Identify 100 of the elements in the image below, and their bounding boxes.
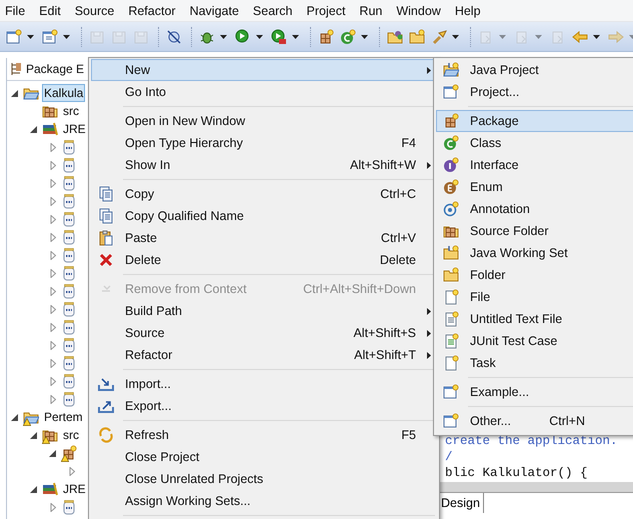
expand-arrow-icon[interactable] — [48, 340, 58, 350]
menu-item[interactable]: File — [0, 4, 30, 18]
expand-arrow-icon[interactable] — [48, 232, 58, 242]
toolbar-button[interactable] — [407, 26, 427, 46]
menu-label: Paste — [125, 231, 158, 245]
expand-arrow-icon[interactable] — [48, 142, 58, 152]
collapse-arrow-icon[interactable] — [30, 430, 38, 440]
menu-item[interactable]: Source Folder — [436, 220, 633, 242]
menu-item[interactable]: JUnit Test Case — [436, 330, 633, 352]
expand-arrow-icon[interactable] — [48, 250, 58, 260]
dropdown-caret-icon[interactable] — [27, 34, 34, 38]
menu-item[interactable]: Go Into — [91, 81, 437, 103]
collapse-arrow-icon[interactable] — [30, 484, 38, 494]
collapse-arrow-icon[interactable] — [10, 412, 20, 422]
menu-item[interactable]: Search — [248, 4, 298, 18]
copy-icon — [98, 186, 114, 202]
menu-item[interactable]: Open in New Window — [91, 110, 437, 132]
menu-label: Class — [470, 136, 502, 150]
menu-item[interactable]: Refactor Alt+Shift+T — [91, 344, 437, 366]
menu-item[interactable]: Import... — [91, 373, 437, 395]
menu-item[interactable]: Project — [302, 4, 350, 18]
menu-item[interactable]: Delete Delete — [91, 249, 437, 271]
expand-arrow-icon[interactable] — [48, 376, 58, 386]
collapse-arrow-icon[interactable] — [48, 448, 58, 458]
menu-item[interactable]: Enum — [436, 176, 633, 198]
jar-icon — [61, 391, 77, 407]
collapse-arrow-icon[interactable] — [10, 88, 20, 98]
collapse-arrow-icon[interactable] — [30, 124, 38, 134]
tree-item[interactable]: Pertem — [42, 408, 85, 426]
menu-item[interactable]: Assign Working Sets... — [91, 490, 437, 512]
refresh-icon — [98, 427, 114, 443]
menu-item[interactable]: File — [436, 286, 633, 308]
tree-item[interactable]: JRE — [61, 120, 88, 138]
menu-item[interactable]: Close Unrelated Projects — [91, 468, 437, 490]
menu-item[interactable]: Open Type Hierarchy F4 — [91, 132, 437, 154]
tree-item[interactable]: JRE — [61, 480, 88, 498]
menu-item[interactable]: Source — [70, 4, 120, 18]
menu-item[interactable]: Edit — [34, 4, 66, 18]
menu-item[interactable]: Navigate — [184, 4, 244, 18]
expand-arrow-icon[interactable] — [48, 502, 58, 512]
menu-item[interactable]: Copy Qualified Name — [91, 205, 437, 227]
menu-item[interactable]: Refresh F5 — [91, 424, 437, 446]
menu-item[interactable]: Other... Ctrl+N — [436, 410, 633, 432]
java-project-icon — [443, 62, 459, 78]
expand-arrow-icon[interactable] — [48, 268, 58, 278]
expand-arrow-icon[interactable] — [48, 160, 58, 170]
dropdown-caret-icon[interactable] — [63, 34, 70, 38]
menu-item[interactable]: Class — [436, 132, 633, 154]
dropdown-caret-icon[interactable] — [220, 34, 227, 38]
menu-item[interactable]: Interface — [436, 154, 633, 176]
menu-item[interactable]: Untitled Text File — [436, 308, 633, 330]
menu-item[interactable]: Java Working Set — [436, 242, 633, 264]
expand-arrow-icon[interactable] — [48, 196, 58, 206]
jar-icon — [61, 247, 77, 263]
dropdown-caret-icon[interactable] — [256, 34, 263, 38]
menu-item[interactable]: Project... — [436, 81, 633, 103]
menu-item[interactable]: Source Alt+Shift+S — [91, 322, 437, 344]
shortcut: F4 — [401, 136, 416, 150]
menu-label: Package — [470, 114, 520, 128]
menu-item[interactable]: Task — [436, 352, 633, 374]
menu-label: Show In — [125, 158, 172, 172]
expand-arrow-icon[interactable] — [48, 358, 58, 368]
menu-item[interactable]: Export... — [91, 395, 437, 417]
tree-item[interactable]: src — [61, 102, 81, 120]
dropdown-caret-icon[interactable] — [593, 34, 600, 38]
menu-item[interactable]: Folder — [436, 264, 633, 286]
open-folder-icon — [387, 28, 403, 44]
menu-label: Open in New Window — [125, 114, 246, 128]
menu-item[interactable]: Example... — [436, 381, 633, 403]
expand-arrow-icon[interactable] — [48, 178, 58, 188]
menu-item[interactable]: Package — [436, 110, 633, 132]
menu-item[interactable]: Copy Ctrl+C — [91, 183, 437, 205]
expand-arrow-icon[interactable] — [68, 466, 76, 476]
toolbar-button[interactable] — [4, 26, 24, 46]
menu-item[interactable]: Show In Alt+Shift+W — [91, 154, 437, 176]
menu-item[interactable]: Paste Ctrl+V — [91, 227, 437, 249]
expand-arrow-icon[interactable] — [48, 322, 58, 332]
dropdown-caret-icon[interactable] — [292, 34, 299, 38]
dropdown-caret-icon[interactable] — [452, 34, 459, 38]
jar-icon — [61, 499, 77, 515]
menu-item[interactable]: Build Path — [91, 300, 437, 322]
junit-icon — [443, 333, 459, 349]
menu-item[interactable]: Close Project — [91, 446, 437, 468]
view-tab[interactable]: Package E — [26, 62, 84, 76]
menu-item[interactable]: Java Project — [436, 59, 633, 81]
tree-item[interactable]: src — [61, 426, 81, 444]
menu-item[interactable]: Window — [391, 4, 446, 18]
expand-arrow-icon[interactable] — [48, 304, 58, 314]
toolbar-button[interactable] — [338, 26, 358, 46]
toolbar-button[interactable] — [40, 26, 60, 46]
expand-arrow-icon[interactable] — [48, 394, 58, 404]
tree-item[interactable]: Kalkula — [42, 84, 86, 102]
menu-item[interactable]: Refactor — [123, 4, 181, 18]
expand-arrow-icon[interactable] — [48, 286, 58, 296]
toolbar-button[interactable] — [269, 26, 289, 46]
menu-item[interactable]: Annotation — [436, 198, 633, 220]
menu-item[interactable]: Help — [450, 4, 486, 18]
menu-item[interactable]: Run — [354, 4, 388, 18]
expand-arrow-icon[interactable] — [48, 214, 58, 224]
dropdown-caret-icon[interactable] — [361, 34, 368, 38]
